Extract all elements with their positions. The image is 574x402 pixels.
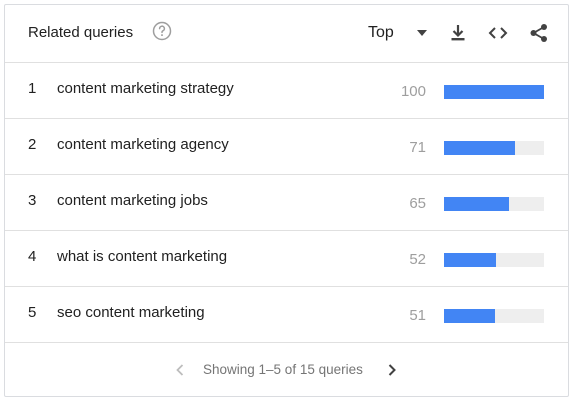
download-icon[interactable] xyxy=(447,22,469,44)
help-circle-icon[interactable] xyxy=(152,21,172,41)
query-value: 100 xyxy=(400,83,426,100)
value-bar xyxy=(444,85,544,99)
query-row[interactable]: 3 content marketing jobs 65 xyxy=(5,174,568,231)
chevron-right-icon[interactable] xyxy=(385,362,399,378)
query-row[interactable]: 2 content marketing agency 71 xyxy=(5,118,568,175)
sort-select-value[interactable]: Top xyxy=(368,24,394,42)
query-text[interactable]: content marketing agency xyxy=(57,136,229,153)
query-rank: 2 xyxy=(28,136,37,153)
query-text[interactable]: seo content marketing xyxy=(57,304,205,321)
query-value: 65 xyxy=(409,195,426,212)
query-row[interactable]: 1 content marketing strategy 100 xyxy=(5,62,568,119)
query-text[interactable]: content marketing jobs xyxy=(57,192,208,209)
related-queries-card: Related queries Top 1 content marketing … xyxy=(4,4,569,397)
pagination: Showing 1–5 of 15 queries xyxy=(5,342,568,398)
pagination-text: Showing 1–5 of 15 queries xyxy=(203,362,363,377)
value-bar-track xyxy=(444,253,544,267)
card-title: Related queries xyxy=(28,24,134,41)
value-bar xyxy=(444,141,515,155)
value-bar xyxy=(444,309,495,323)
value-bar-track xyxy=(444,309,544,323)
card-header: Related queries Top xyxy=(5,5,568,63)
query-rank: 4 xyxy=(28,248,37,265)
value-bar-track xyxy=(444,85,544,99)
query-value: 71 xyxy=(409,139,426,156)
value-bar-track xyxy=(444,141,544,155)
query-row[interactable]: 4 what is content marketing 52 xyxy=(5,230,568,287)
value-bar xyxy=(444,197,509,211)
query-rank: 1 xyxy=(28,80,37,97)
chevron-down-icon[interactable] xyxy=(415,28,429,38)
chevron-left-icon[interactable] xyxy=(173,362,187,378)
value-bar xyxy=(444,253,496,267)
query-text[interactable]: content marketing strategy xyxy=(57,80,234,97)
query-rank: 3 xyxy=(28,192,37,209)
share-icon[interactable] xyxy=(528,22,550,44)
query-value: 52 xyxy=(409,251,426,268)
value-bar-track xyxy=(444,197,544,211)
query-text[interactable]: what is content marketing xyxy=(57,248,227,265)
query-value: 51 xyxy=(409,307,426,324)
query-row[interactable]: 5 seo content marketing 51 xyxy=(5,286,568,343)
embed-code-icon[interactable] xyxy=(487,22,509,44)
query-rank: 5 xyxy=(28,304,37,321)
